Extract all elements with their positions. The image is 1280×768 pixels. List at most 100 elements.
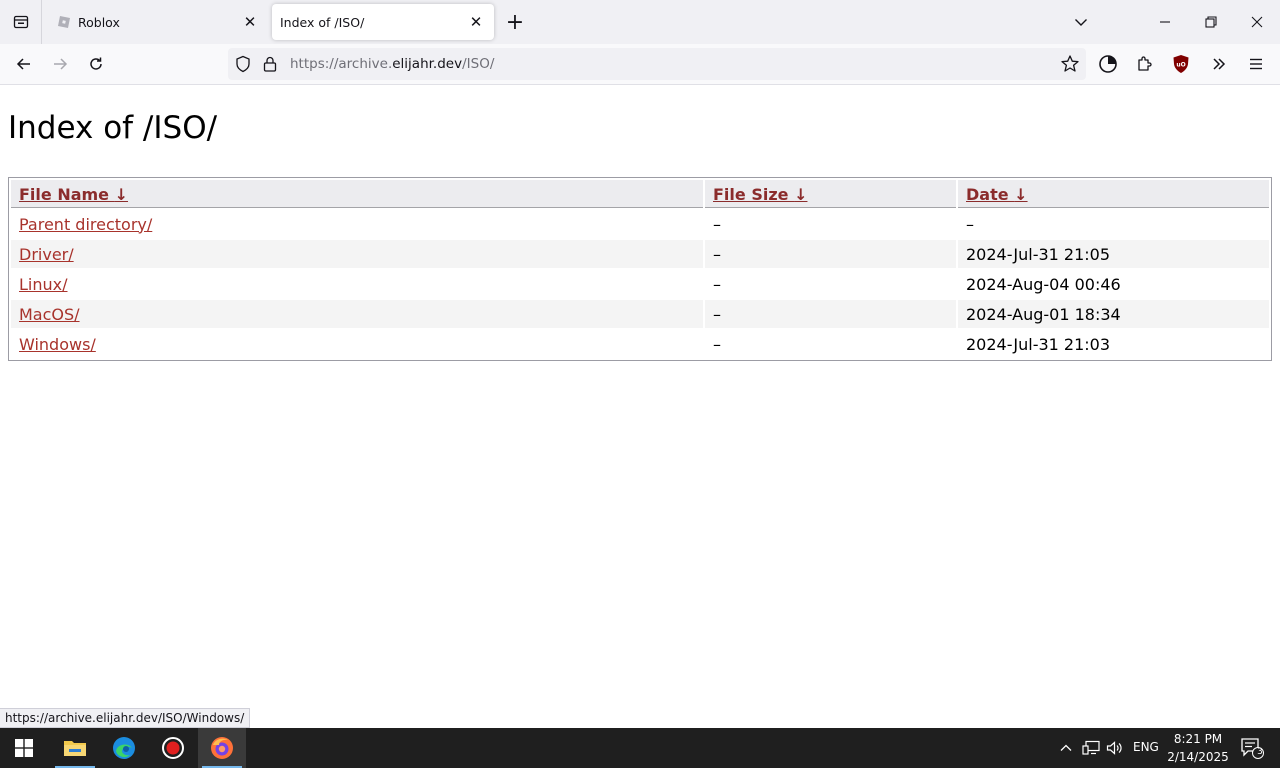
tab-index-of-iso[interactable]: Index of /ISO/ ✕ (272, 4, 494, 40)
file-name-cell: Linux/ (11, 270, 703, 298)
file-name-cell: MacOS/ (11, 300, 703, 328)
account-circle-icon (1099, 55, 1117, 73)
date-cell: 2024-Jul-31 21:03 (966, 334, 1111, 354)
address-bar[interactable]: https://archive.elijahr.dev/ISO/ (228, 48, 1086, 80)
url-path: /ISO/ (462, 56, 495, 72)
table-header-row: File Name ↓ File Size ↓ Date ↓ (11, 180, 1269, 208)
show-hidden-icons-button[interactable] (1055, 728, 1077, 768)
file-size-cell: – (713, 334, 721, 354)
close-tab-icon[interactable]: ✕ (238, 10, 262, 34)
record-icon (162, 737, 184, 759)
restore-icon (1205, 16, 1217, 28)
hamburger-menu-icon (1250, 58, 1262, 70)
svg-text:uO: uO (1176, 62, 1185, 69)
new-tab-button[interactable]: + (502, 8, 528, 36)
windows-taskbar: ENG 8:21 PM 2/14/2025 3 (0, 728, 1280, 768)
table-row: Parent directory/ – – (11, 210, 1269, 238)
close-tab-icon[interactable]: ✕ (464, 10, 488, 34)
close-window-button[interactable] (1234, 0, 1280, 44)
table-row: Linux/ – 2024-Aug-04 00:46 (11, 270, 1269, 298)
sort-by-file-size-link[interactable]: File Size ↓ (713, 185, 807, 204)
clock-date: 2/14/2025 (1167, 750, 1229, 764)
system-clock[interactable]: 8:21 PM 2/14/2025 (1160, 730, 1236, 766)
lock-icon[interactable] (262, 55, 278, 73)
shield-icon[interactable] (234, 55, 252, 73)
firefox-icon (211, 737, 233, 759)
page-content: Index of /ISO/ File Name ↓ File Size ↓ D… (0, 86, 1280, 728)
file-name-cell: Parent directory/ (11, 210, 703, 238)
navigation-toolbar: https://archive.elijahr.dev/ISO/ uO (0, 44, 1280, 85)
url-text[interactable]: https://archive.elijahr.dev/ISO/ (290, 48, 494, 80)
app-menu-button[interactable] (1240, 48, 1272, 80)
file-explorer-button[interactable] (51, 728, 99, 768)
firefox-view-icon (13, 15, 28, 29)
recorder-app-button[interactable] (149, 728, 197, 768)
chevron-down-icon (1075, 19, 1087, 26)
reload-icon (90, 57, 102, 70)
double-chevron-right-icon (1213, 58, 1226, 70)
back-button[interactable] (8, 48, 40, 80)
forward-button[interactable] (44, 48, 76, 80)
edge-button[interactable] (100, 728, 148, 768)
parent-directory-link[interactable]: Parent directory/ (19, 215, 152, 234)
column-header-date: Date ↓ (958, 180, 1269, 208)
extensions-button[interactable] (1128, 48, 1160, 80)
start-button[interactable] (0, 728, 48, 768)
tab-roblox[interactable]: Roblox ✕ (44, 4, 268, 40)
sort-arrow-icon: ↓ (114, 184, 129, 204)
driver-folder-link[interactable]: Driver/ (19, 245, 74, 264)
firefox-view-button[interactable] (0, 0, 42, 44)
file-name-cell: Driver/ (11, 240, 703, 268)
file-name-cell: Windows/ (11, 330, 703, 358)
sort-by-file-name-link[interactable]: File Name ↓ (19, 185, 128, 204)
restore-button[interactable] (1188, 0, 1234, 44)
list-all-tabs-button[interactable] (1058, 0, 1104, 44)
reload-button[interactable] (80, 48, 112, 80)
speaker-icon (1106, 741, 1122, 755)
tab-title: Roblox (78, 14, 120, 30)
table-row: Driver/ – 2024-Jul-31 21:05 (11, 240, 1269, 268)
tab-title: Index of /ISO/ (280, 14, 365, 30)
date-cell: – (966, 214, 974, 234)
page-title: Index of /ISO/ (8, 110, 218, 146)
macos-folder-link[interactable]: MacOS/ (19, 305, 80, 324)
clock-time: 8:21 PM (1173, 732, 1223, 746)
url-prefix: https://archive. (290, 56, 393, 72)
table-row: Windows/ – 2024-Jul-31 21:03 (11, 330, 1269, 358)
tab-strip: Roblox ✕ Index of /ISO/ ✕ + (0, 0, 1280, 44)
puzzle-piece-icon (1138, 56, 1152, 71)
windows-logo-icon (15, 739, 33, 757)
sort-arrow-icon: ↓ (794, 184, 808, 204)
firefox-taskbar-button[interactable] (198, 728, 246, 768)
column-header-file-size: File Size ↓ (705, 180, 956, 208)
forward-arrow-icon (54, 58, 68, 70)
file-size-cell: – (713, 274, 721, 294)
minimize-icon (1160, 21, 1170, 23)
chevron-up-icon (1060, 744, 1072, 751)
edge-browser-icon (113, 737, 135, 759)
account-button[interactable] (1092, 48, 1124, 80)
network-icon (1082, 740, 1100, 755)
ublock-origin-button[interactable]: uO (1165, 48, 1197, 80)
notification-count-badge: 3 (1257, 747, 1263, 757)
roblox-favicon-icon (56, 14, 72, 30)
file-size-cell: – (705, 300, 956, 328)
input-language-indicator[interactable]: ENG (1133, 740, 1159, 754)
ublock-shield-icon: uO (1173, 55, 1189, 73)
volume-button[interactable] (1103, 728, 1127, 768)
date-cell: 2024-Aug-01 18:34 (958, 300, 1269, 328)
back-arrow-icon (16, 58, 30, 70)
action-center-button[interactable]: 3 (1234, 728, 1270, 768)
minimize-button[interactable] (1142, 0, 1188, 44)
sort-by-date-link[interactable]: Date ↓ (966, 185, 1028, 204)
close-icon (1251, 16, 1263, 28)
windows-folder-link[interactable]: Windows/ (19, 335, 96, 354)
folder-icon (64, 741, 86, 756)
more-tools-button[interactable] (1203, 48, 1235, 80)
table-row: MacOS/ – 2024-Aug-01 18:34 (11, 300, 1269, 328)
linux-folder-link[interactable]: Linux/ (19, 275, 68, 294)
network-button[interactable] (1079, 728, 1103, 768)
column-header-file-name: File Name ↓ (11, 180, 703, 208)
date-cell: 2024-Jul-31 21:05 (958, 240, 1269, 268)
bookmark-star-icon[interactable] (1060, 54, 1080, 74)
